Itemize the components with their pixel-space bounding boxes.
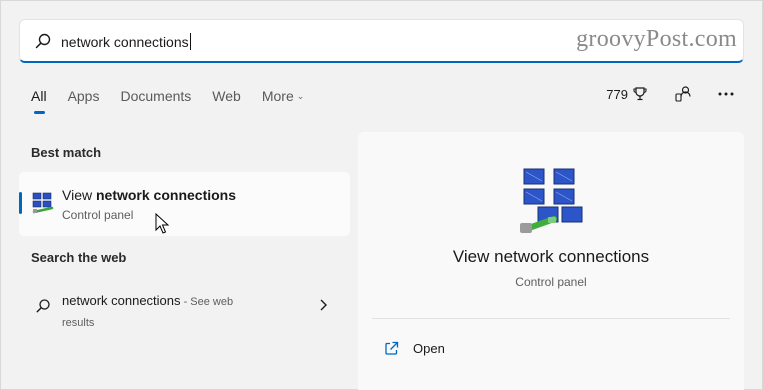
selection-indicator xyxy=(19,192,22,214)
tab-more[interactable]: More ⌄ xyxy=(262,88,304,116)
text-caret xyxy=(189,33,191,50)
people-switch-icon[interactable] xyxy=(674,85,692,103)
points-count: 779 xyxy=(606,86,628,102)
chevron-right-icon[interactable] xyxy=(318,298,328,312)
tab-web[interactable]: Web xyxy=(212,88,241,116)
preview-subtitle: Control panel xyxy=(515,275,587,289)
web-search-query: network connections xyxy=(62,293,181,308)
divider xyxy=(372,318,730,319)
preview-title: View network connections xyxy=(452,247,650,266)
search-input[interactable]: network connections xyxy=(61,33,191,50)
search-icon xyxy=(35,33,51,49)
web-search-text: network connections - See web results xyxy=(62,291,252,333)
chevron-down-icon: ⌄ xyxy=(296,91,305,101)
header-tools: 779 xyxy=(606,85,734,103)
search-web-heading: Search the web xyxy=(31,250,127,265)
tab-apps[interactable]: Apps xyxy=(68,88,100,116)
open-external-icon xyxy=(385,341,399,355)
rewards-points[interactable]: 779 xyxy=(606,86,648,102)
best-match-heading: Best match xyxy=(31,145,102,160)
title-prefix: View xyxy=(62,187,96,203)
tab-documents[interactable]: Documents xyxy=(120,88,191,116)
windows-search-window: network connections groovyPost.com All A… xyxy=(0,0,763,390)
trophy-icon xyxy=(633,87,647,101)
network-connections-icon xyxy=(32,192,54,214)
tab-more-label: More xyxy=(261,88,294,104)
watermark-logo: groovyPost.com xyxy=(576,26,737,52)
more-options-icon[interactable] xyxy=(718,91,734,97)
title-bold: network connections xyxy=(95,187,237,203)
open-action[interactable]: Open xyxy=(384,338,445,358)
best-match-title: View network connections xyxy=(62,187,236,203)
preview-pane: View network connections Control panel O… xyxy=(358,132,744,390)
mouse-cursor-icon xyxy=(155,213,169,234)
open-label: Open xyxy=(413,340,445,356)
search-icon xyxy=(36,299,50,313)
best-match-result[interactable]: View network connections Control panel xyxy=(19,172,350,236)
best-match-subtitle: Control panel xyxy=(62,208,134,222)
search-box[interactable]: network connections groovyPost.com xyxy=(19,19,744,63)
filter-tabs: All Apps Documents Web More ⌄ xyxy=(31,88,325,116)
tab-all[interactable]: All xyxy=(31,88,47,116)
network-connections-large-icon xyxy=(520,168,583,233)
web-search-result[interactable]: network connections - See web results xyxy=(19,281,350,333)
